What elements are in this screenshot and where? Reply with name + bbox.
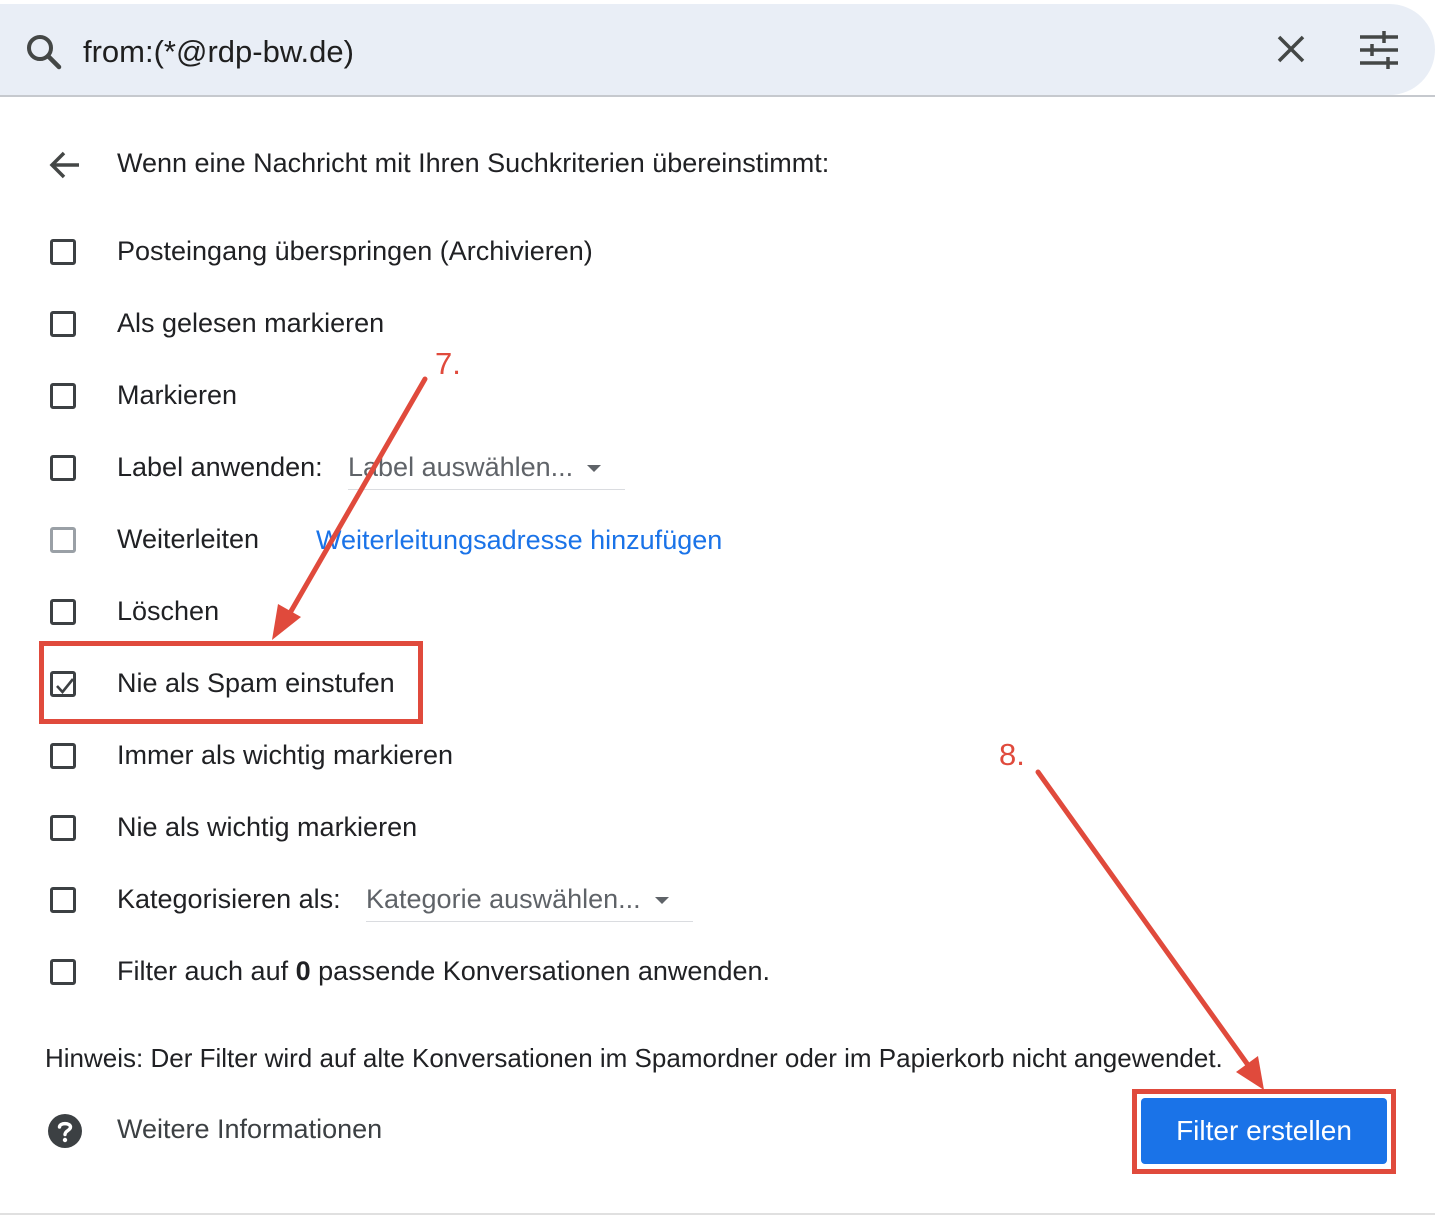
arrow-back-icon[interactable]: [48, 148, 82, 182]
checkbox-forward: [50, 527, 76, 553]
checkbox-apply-label[interactable]: [50, 455, 76, 481]
annotation-arrowhead-step7: [272, 604, 301, 640]
add-forwarding-address-link[interactable]: Weiterleitungsadresse hinzufügen: [316, 522, 722, 558]
annotation-label-step8: 8.: [999, 737, 1025, 772]
annotation-label-step7: 7.: [435, 346, 461, 381]
close-icon[interactable]: [1274, 32, 1308, 66]
label-select-value: Label auswählen...: [348, 452, 574, 482]
checkbox-never-important[interactable]: [50, 815, 76, 841]
annotation-arrowhead-step8: [1236, 1056, 1264, 1090]
annotation-arrow-step7: [287, 376, 428, 616]
option-label-always-important: Immer als wichtig markieren: [117, 740, 454, 770]
option-label-apply-to-existing: Filter auch auf 0 passende Konversatione…: [117, 953, 770, 989]
more-info-link[interactable]: Weitere Informationen: [117, 1111, 382, 1147]
checkbox-star[interactable]: [50, 383, 76, 409]
checkbox-skip-inbox[interactable]: [50, 239, 76, 265]
search-input[interactable]: from:(*@rdp-bw.de): [83, 30, 354, 74]
option-label-categorize: Kategorisieren als:: [117, 884, 341, 914]
filter-actions-title: Wenn eine Nachricht mit Ihren Suchkriter…: [117, 148, 830, 178]
filter-hint-text: Hinweis: Der Filter wird auf alte Konver…: [45, 1043, 1223, 1073]
option-label-star: Markieren: [117, 380, 238, 410]
search-icon[interactable]: [24, 32, 64, 72]
tune-icon[interactable]: [1358, 30, 1400, 70]
search-divider: [0, 95, 1435, 97]
checkbox-apply-to-existing[interactable]: [50, 959, 76, 985]
checkbox-delete[interactable]: [50, 599, 76, 625]
bottom-divider: [0, 1213, 1435, 1215]
category-select-value: Kategorie auswählen...: [366, 884, 641, 914]
label-select-dropdown[interactable]: Label auswählen...: [348, 449, 626, 490]
option-label-forward: Weiterleiten: [117, 524, 260, 554]
option-label-apply-label: Label anwenden:: [117, 452, 323, 482]
option-label-delete: Löschen: [117, 596, 220, 626]
apply-existing-post: passende Konversationen anwenden.: [318, 956, 770, 986]
annotation-box-step7: [39, 641, 423, 724]
apply-existing-pre: Filter auch auf: [117, 956, 289, 986]
checkbox-mark-as-read[interactable]: [50, 311, 76, 337]
help-icon[interactable]: [47, 1113, 83, 1149]
option-label-mark-as-read: Als gelesen markieren: [117, 308, 385, 338]
category-select-dropdown[interactable]: Kategorie auswählen...: [366, 881, 693, 922]
checkbox-categorize[interactable]: [50, 887, 76, 913]
annotation-arrow-step8: [1035, 769, 1251, 1068]
matching-count: 0: [295, 956, 311, 986]
chevron-down-icon: [654, 897, 669, 905]
chevron-down-icon: [587, 465, 602, 473]
checkbox-always-important[interactable]: [50, 743, 76, 769]
annotation-box-step8: [1132, 1089, 1396, 1174]
option-label-skip-inbox: Posteingang überspringen (Archivieren): [117, 236, 593, 266]
option-label-never-important: Nie als wichtig markieren: [117, 812, 418, 842]
